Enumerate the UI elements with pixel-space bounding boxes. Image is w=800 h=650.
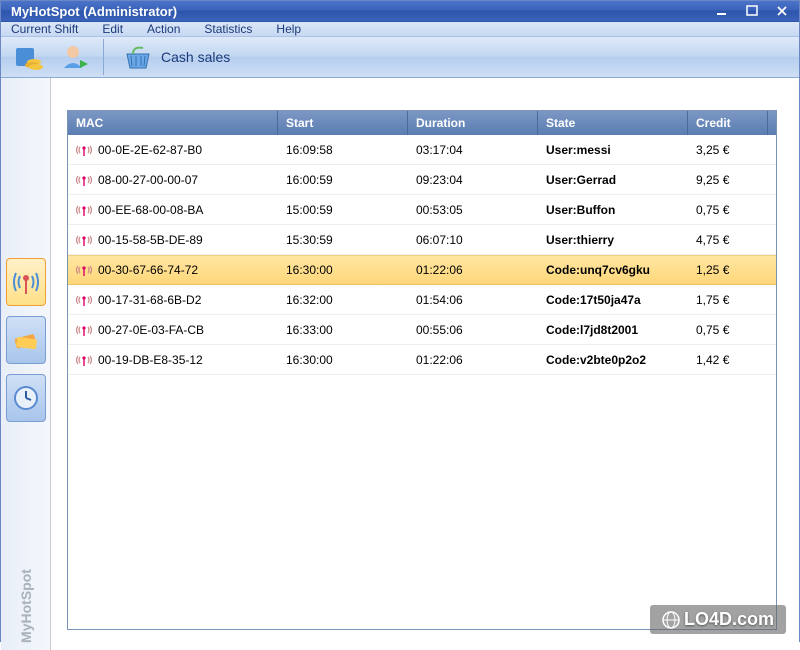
watermark: LO4D.com — [650, 605, 786, 634]
table-row[interactable]: 00-15-58-5B-DE-89 15:30:5906:07:10User:th… — [68, 225, 776, 255]
wifi-icon — [76, 352, 92, 368]
cell-start: 16:09:58 — [278, 143, 408, 157]
table-header: MAC Start Duration State Credit — [68, 111, 776, 135]
titlebar: MyHotSpot (Administrator) — [1, 1, 799, 22]
cell-start: 16:30:00 — [278, 263, 408, 277]
cell-duration: 06:07:10 — [408, 233, 538, 247]
cell-start: 16:30:00 — [278, 353, 408, 367]
toolbar: Cash sales — [1, 37, 799, 78]
table-row[interactable]: 00-30-67-66-74-72 16:30:0001:22:06Code:un… — [68, 255, 776, 285]
cell-mac: 00-27-0E-03-FA-CB — [98, 323, 204, 337]
sidebar: MyHotSpot — [1, 78, 51, 650]
sidebar-tab-connections[interactable] — [6, 258, 46, 306]
window-title: MyHotSpot (Administrator) — [11, 4, 709, 19]
cell-credit: 0,75 € — [688, 203, 768, 217]
content-area: MAC Start Duration State Credit 00-0E-2E… — [51, 78, 799, 650]
minimize-button[interactable] — [709, 1, 735, 21]
menu-statistics[interactable]: Statistics — [204, 22, 252, 36]
table-row[interactable]: 00-19-DB-E8-35-12 16:30:0001:22:06Code:v2… — [68, 345, 776, 375]
globe-icon — [662, 611, 680, 629]
cell-duration: 09:23:04 — [408, 173, 538, 187]
sidebar-brand: MyHotSpot — [18, 569, 34, 643]
body: MyHotSpot MAC Start Duration State Credi… — [1, 78, 799, 650]
cell-mac: 00-15-58-5B-DE-89 — [98, 233, 203, 247]
table-row[interactable]: 08-00-27-00-00-07 16:00:5909:23:04User:Ge… — [68, 165, 776, 195]
cell-start: 15:00:59 — [278, 203, 408, 217]
cell-state: User:messi — [538, 143, 688, 157]
cell-start: 15:30:59 — [278, 233, 408, 247]
header-credit[interactable]: Credit — [688, 111, 768, 135]
toolbar-cash-sales[interactable]: Cash sales — [112, 37, 241, 77]
watermark-text: LO4D.com — [684, 609, 774, 630]
cell-start: 16:32:00 — [278, 293, 408, 307]
sidebar-tab-history[interactable] — [6, 374, 46, 422]
menu-action[interactable]: Action — [147, 22, 180, 36]
wifi-icon — [76, 322, 92, 338]
table-row[interactable]: 00-17-31-68-6B-D2 16:32:0001:54:06Code:17… — [68, 285, 776, 315]
wifi-icon — [76, 202, 92, 218]
cell-mac: 00-30-67-66-74-72 — [98, 263, 198, 277]
close-button[interactable] — [769, 1, 795, 21]
menu-current-shift[interactable]: Current Shift — [11, 22, 78, 36]
menubar: Current Shift Edit Action Statistics Hel… — [1, 22, 799, 37]
cell-credit: 1,42 € — [688, 353, 768, 367]
cell-mac: 00-EE-68-00-08-BA — [98, 203, 203, 217]
cell-duration: 03:17:04 — [408, 143, 538, 157]
cell-state: Code:17t50ja47a — [538, 293, 688, 307]
cell-duration: 01:22:06 — [408, 263, 538, 277]
cell-start: 16:00:59 — [278, 173, 408, 187]
table-row[interactable]: 00-EE-68-00-08-BA 15:00:5900:53:05User:Bu… — [68, 195, 776, 225]
toolbar-separator — [103, 39, 104, 75]
cell-state: User:Buffon — [538, 203, 688, 217]
user-icon — [60, 42, 90, 72]
cell-state: Code:l7jd8t2001 — [538, 323, 688, 337]
cell-mac: 08-00-27-00-00-07 — [98, 173, 198, 187]
cell-credit: 1,25 € — [688, 263, 768, 277]
cell-credit: 4,75 € — [688, 233, 768, 247]
cell-credit: 1,75 € — [688, 293, 768, 307]
cell-duration: 00:53:05 — [408, 203, 538, 217]
cell-credit: 3,25 € — [688, 143, 768, 157]
header-state[interactable]: State — [538, 111, 688, 135]
wifi-icon — [76, 142, 92, 158]
menu-edit[interactable]: Edit — [102, 22, 123, 36]
cell-duration: 01:54:06 — [408, 293, 538, 307]
cell-state: Code:v2bte0p2o2 — [538, 353, 688, 367]
menu-help[interactable]: Help — [276, 22, 301, 36]
wifi-icon — [76, 172, 92, 188]
cell-start: 16:33:00 — [278, 323, 408, 337]
toolbar-coins-button[interactable] — [9, 37, 49, 77]
wifi-icon — [76, 262, 92, 278]
cell-mac: 00-0E-2E-62-87-B0 — [98, 143, 202, 157]
cell-state: Code:unq7cv6gku — [538, 263, 688, 277]
coins-icon — [14, 42, 44, 72]
tickets-icon — [12, 326, 40, 354]
cell-state: User:thierry — [538, 233, 688, 247]
cell-credit: 0,75 € — [688, 323, 768, 337]
header-start[interactable]: Start — [278, 111, 408, 135]
cell-mac: 00-17-31-68-6B-D2 — [98, 293, 201, 307]
cell-duration: 00:55:06 — [408, 323, 538, 337]
table-row[interactable]: 00-0E-2E-62-87-B0 16:09:5803:17:04User:me… — [68, 135, 776, 165]
header-duration[interactable]: Duration — [408, 111, 538, 135]
wifi-icon — [76, 232, 92, 248]
app-window: MyHotSpot (Administrator) Current Shift … — [0, 0, 800, 642]
cell-mac: 00-19-DB-E8-35-12 — [98, 353, 203, 367]
connections-table[interactable]: MAC Start Duration State Credit 00-0E-2E… — [67, 110, 777, 630]
cell-credit: 9,25 € — [688, 173, 768, 187]
antenna-icon — [12, 267, 40, 297]
table-body: 00-0E-2E-62-87-B0 16:09:5803:17:04User:me… — [68, 135, 776, 375]
header-mac[interactable]: MAC — [68, 111, 278, 135]
clock-icon — [13, 385, 39, 411]
basket-icon — [123, 42, 153, 72]
table-row[interactable]: 00-27-0E-03-FA-CB 16:33:0000:55:06Code:l7… — [68, 315, 776, 345]
wifi-icon — [76, 292, 92, 308]
toolbar-user-button[interactable] — [55, 37, 95, 77]
toolbar-cash-sales-label: Cash sales — [161, 49, 230, 65]
cell-state: User:Gerrad — [538, 173, 688, 187]
maximize-button[interactable] — [739, 1, 765, 21]
sidebar-tab-tickets[interactable] — [6, 316, 46, 364]
cell-duration: 01:22:06 — [408, 353, 538, 367]
